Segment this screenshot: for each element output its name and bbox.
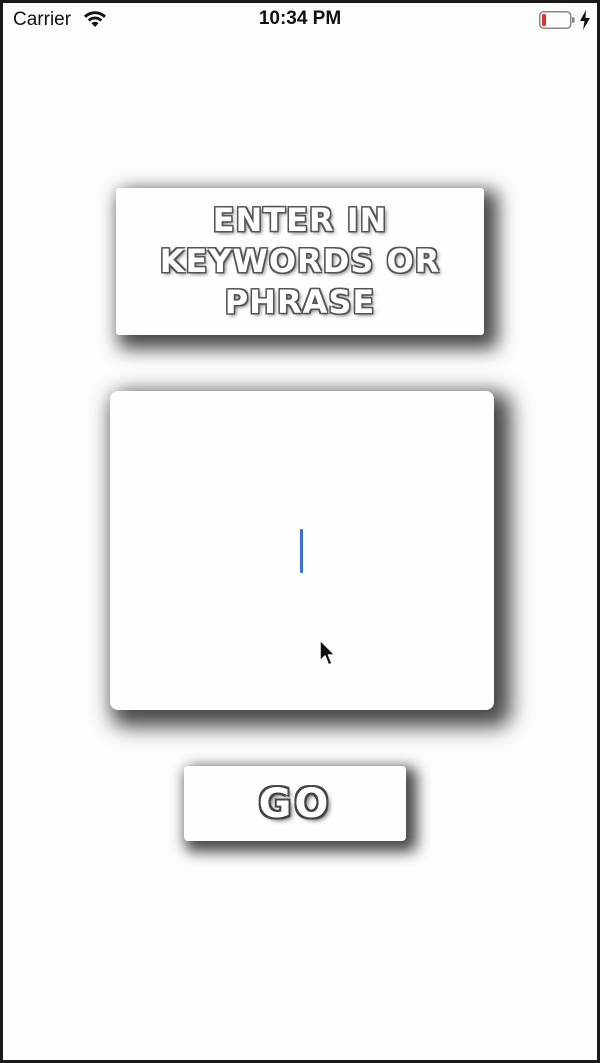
go-button[interactable]: GO — [184, 766, 406, 841]
battery-low-icon — [539, 11, 575, 29]
status-time: 10:34 PM — [258, 8, 342, 29]
prompt-heading: ENTER IN KEYWORDS OR PHRASE — [130, 200, 470, 323]
status-bar: Carrier 10:34 PM — [3, 3, 597, 37]
prompt-line-1: ENTER IN — [212, 201, 388, 239]
text-caret — [300, 529, 303, 573]
mouse-pointer-icon — [319, 639, 336, 666]
bolt-icon — [580, 10, 590, 30]
prompt-card: ENTER IN KEYWORDS OR PHRASE — [116, 188, 484, 335]
go-button-label: GO — [258, 780, 332, 827]
prompt-line-2: KEYWORDS OR — [159, 242, 441, 280]
prompt-line-3: PHRASE — [224, 283, 376, 321]
app-screen: Carrier 10:34 PM ENTER IN KEYWORDS OR PH… — [3, 3, 597, 1060]
